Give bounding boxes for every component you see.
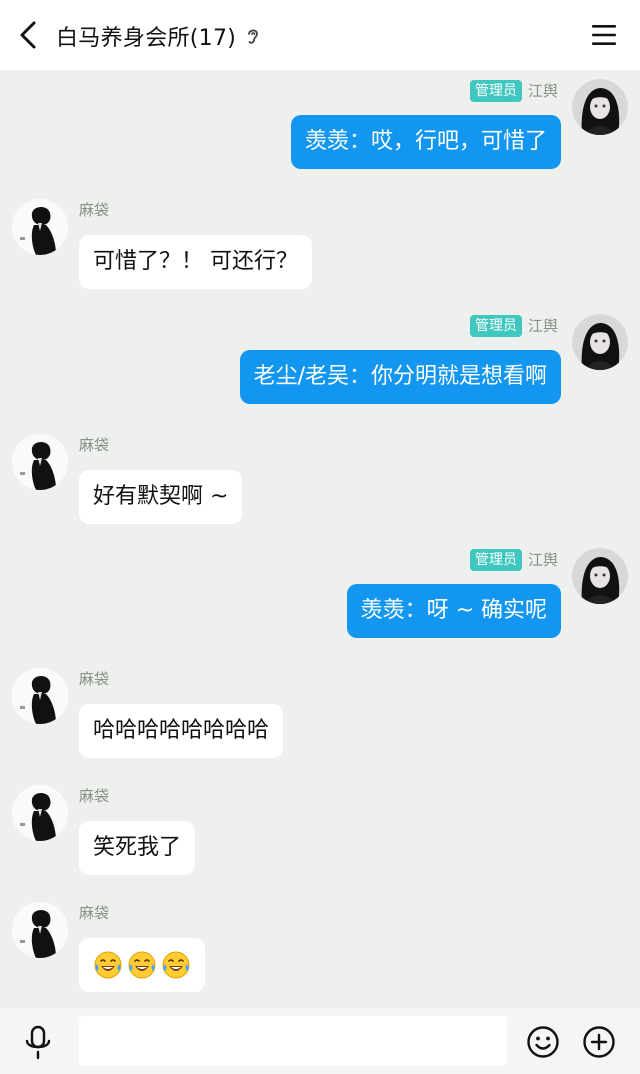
plus-circle-icon — [583, 1026, 615, 1058]
message-incoming: 麻袋 — [0, 893, 640, 1008]
avatar[interactable] — [12, 785, 68, 841]
more-button[interactable] — [582, 1025, 616, 1059]
message-incoming: 麻袋 哈哈哈哈哈哈哈哈 — [0, 659, 640, 776]
avatar[interactable] — [572, 79, 628, 135]
emoji-row — [93, 950, 191, 980]
sender-name: 麻袋 — [79, 904, 110, 922]
voice-button[interactable] — [22, 1025, 54, 1061]
chat-title-group[interactable]: 白马养身会所(17) — [56, 20, 262, 52]
avatar[interactable] — [12, 902, 68, 958]
avatar[interactable] — [12, 668, 68, 724]
avatar-image — [12, 668, 68, 724]
ear-icon — [248, 29, 259, 44]
admin-badge: 管理员 — [469, 315, 522, 337]
admin-badge: 管理员 — [469, 549, 522, 571]
message-bubble[interactable]: 哈哈哈哈哈哈哈哈 — [79, 704, 284, 758]
face-with-tears-of-joy-icon — [128, 951, 156, 979]
avatar-image — [12, 902, 68, 958]
avatar-image — [12, 785, 68, 841]
avatar-image — [572, 79, 628, 135]
input-bar — [0, 1008, 640, 1074]
face-with-tears-of-joy-icon — [94, 951, 122, 979]
face-with-tears-of-joy-icon — [162, 951, 190, 979]
message-outgoing: 管理员 江舆 羡羡：哎，行吧，可惜了 — [0, 70, 640, 190]
avatar[interactable] — [12, 434, 68, 490]
sender-name: 江舆 — [527, 551, 558, 569]
avatar[interactable] — [572, 548, 628, 604]
sender-name: 麻袋 — [79, 670, 110, 688]
avatar-image — [572, 314, 628, 370]
message-outgoing: 管理员 江舆 羡羡：呀 ~ 确实呢 — [0, 539, 640, 659]
sender-meta: 管理员 江舆 — [469, 549, 558, 571]
sender-name: 江舆 — [527, 82, 558, 100]
avatar-image — [572, 548, 628, 604]
avatar-image — [12, 434, 68, 490]
smiley-icon — [527, 1026, 559, 1058]
sender-meta: 管理员 江舆 — [469, 315, 558, 337]
menu-button[interactable] — [590, 22, 618, 48]
message-bubble[interactable] — [79, 938, 205, 992]
message-input[interactable] — [79, 1016, 507, 1066]
message-incoming: 麻袋 笑死我了 — [0, 776, 640, 893]
emoji-button[interactable] — [526, 1025, 560, 1059]
microphone-icon — [25, 1025, 51, 1060]
chat-app: 白马养身会所(17) 管理员 江舆 羡羡：哎，行吧，可惜了 麻袋 可惜了？！ 可… — [0, 0, 640, 1074]
sender-meta: 管理员 江舆 — [469, 80, 558, 102]
message-incoming: 麻袋 可惜了？！ 可还行？ — [0, 190, 640, 305]
sender-name: 麻袋 — [79, 436, 110, 454]
chat-header: 白马养身会所(17) — [0, 0, 640, 70]
message-list[interactable]: 管理员 江舆 羡羡：哎，行吧，可惜了 麻袋 可惜了？！ 可还行？ 管理员 江舆 … — [0, 70, 640, 1008]
back-button[interactable] — [12, 17, 44, 53]
admin-badge: 管理员 — [469, 80, 522, 102]
avatar[interactable] — [572, 314, 628, 370]
sender-name: 江舆 — [527, 317, 558, 335]
message-outgoing: 管理员 江舆 老尘/老吴：你分明就是想看啊 — [0, 305, 640, 425]
sender-name: 麻袋 — [79, 787, 110, 805]
message-bubble[interactable]: 笑死我了 — [79, 821, 196, 875]
avatar-image — [12, 199, 68, 255]
avatar[interactable] — [12, 199, 68, 255]
hamburger-menu-icon — [592, 25, 616, 45]
message-bubble[interactable]: 好有默契啊 ~ — [79, 470, 243, 524]
message-bubble[interactable]: 老尘/老吴：你分明就是想看啊 — [239, 350, 561, 404]
group-title: 白马养身会所(17) — [56, 26, 237, 51]
sender-name: 麻袋 — [79, 201, 110, 219]
chevron-left-icon — [20, 21, 36, 49]
message-bubble[interactable]: 羡羡：哎，行吧，可惜了 — [290, 115, 561, 169]
message-incoming: 麻袋 好有默契啊 ~ — [0, 425, 640, 540]
message-bubble[interactable]: 可惜了？！ 可还行？ — [79, 235, 312, 289]
message-bubble[interactable]: 羡羡：呀 ~ 确实呢 — [346, 584, 561, 638]
